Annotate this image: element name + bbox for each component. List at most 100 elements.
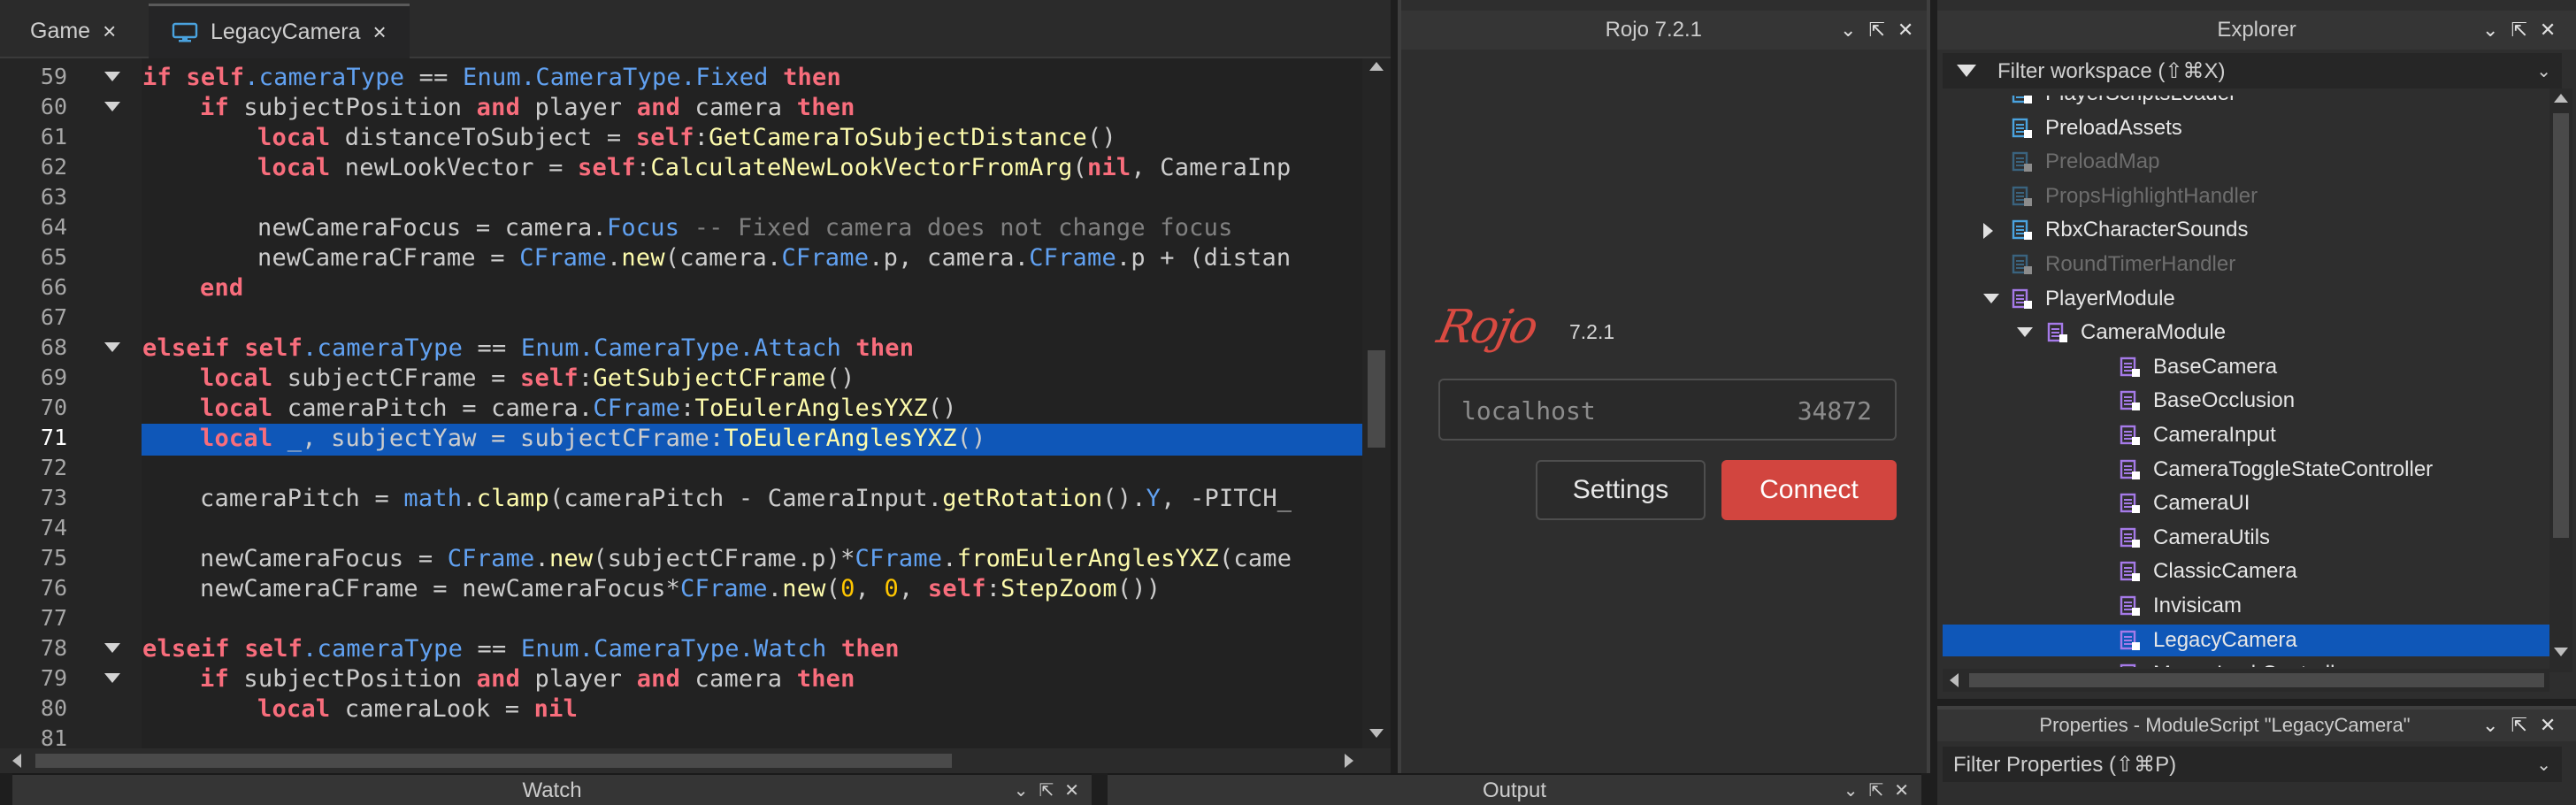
- scroll-up-arrow-icon[interactable]: [1369, 62, 1384, 71]
- chevron-down-icon[interactable]: ⌄: [1844, 775, 1859, 805]
- settings-button[interactable]: Settings: [1536, 460, 1706, 520]
- chevron-down-icon[interactable]: ⌄: [2536, 60, 2551, 82]
- tree-item[interactable]: LegacyCamera: [1943, 624, 2553, 656]
- tree-item[interactable]: BaseCamera: [1943, 351, 2553, 383]
- chevron-right-icon[interactable]: [1983, 223, 1993, 240]
- close-icon[interactable]: ✕: [1064, 775, 1079, 805]
- scroll-down-arrow-icon[interactable]: [1369, 729, 1384, 738]
- code-line[interactable]: local _, subjectYaw = subjectCFrame:ToEu…: [200, 425, 986, 452]
- code-line[interactable]: local cameraPitch = camera.CFrame:ToEule…: [200, 395, 957, 422]
- tree-item[interactable]: PreloadAssets: [1943, 112, 2553, 144]
- code-token: GetCameraToSubjectDistance: [709, 124, 1087, 151]
- code-line[interactable]: local cameraLook = nil: [257, 695, 578, 723]
- tree-item[interactable]: RbxCharacterSounds: [1943, 214, 2553, 246]
- close-icon[interactable]: ✕: [2540, 714, 2556, 737]
- tree-item[interactable]: CameraToggleStateController: [1943, 454, 2553, 486]
- close-icon[interactable]: ✕: [2540, 19, 2556, 42]
- scroll-left-arrow-icon[interactable]: [12, 754, 21, 768]
- properties-filter-input[interactable]: Filter Properties (⇧⌘P) ⌄: [1943, 747, 2562, 782]
- scrollbar-thumb[interactable]: [1969, 673, 2544, 687]
- scroll-right-arrow-icon[interactable]: [1345, 754, 1353, 768]
- undock-icon[interactable]: ⇱: [2511, 714, 2526, 737]
- tree-item[interactable]: RoundTimerHandler: [1943, 249, 2553, 280]
- explorer-horizontal-scrollbar[interactable]: [1943, 669, 2549, 692]
- output-panel-header[interactable]: Output ⌄ ⇱ ✕: [1108, 773, 1921, 805]
- tree-item[interactable]: CameraModule: [1943, 317, 2553, 349]
- code-line[interactable]: if subjectPosition and player and camera…: [200, 94, 855, 121]
- tab-legacycamera[interactable]: LegacyCamera ×: [149, 4, 410, 58]
- editor-vertical-scrollbar[interactable]: [1362, 58, 1391, 748]
- close-icon[interactable]: ✕: [1898, 19, 1913, 42]
- explorer-filter-input[interactable]: Filter workspace (⇧⌘X) ⌄: [1943, 53, 2562, 88]
- code-area[interactable]: if self.cameraType == Enum.CameraType.Fi…: [142, 58, 1362, 748]
- chevron-down-icon[interactable]: ⌄: [2536, 754, 2551, 776]
- code-line[interactable]: end: [200, 274, 243, 302]
- properties-header[interactable]: Properties - ModuleScript "LegacyCamera"…: [1937, 709, 2576, 741]
- chevron-down-icon[interactable]: [1983, 293, 1999, 303]
- scrollbar-thumb[interactable]: [35, 754, 952, 768]
- tree-item[interactable]: MouseLockController: [1943, 658, 2553, 667]
- scroll-up-arrow-icon[interactable]: [2554, 94, 2568, 103]
- tree-item[interactable]: CameraUI: [1943, 487, 2553, 519]
- code-line[interactable]: local distanceToSubject = self:GetCamera…: [257, 124, 1116, 151]
- code-line[interactable]: local subjectCFrame = self:GetSubjectCFr…: [200, 364, 855, 392]
- explorer-vertical-scrollbar[interactable]: [2549, 88, 2572, 672]
- code-line[interactable]: local newLookVector = self:CalculateNewL…: [257, 154, 1291, 181]
- undock-icon[interactable]: ⇱: [1868, 19, 1884, 42]
- editor-horizontal-scrollbar[interactable]: [0, 748, 1362, 773]
- scroll-down-arrow-icon[interactable]: [2554, 648, 2568, 656]
- chevron-down-icon[interactable]: ⌄: [2482, 714, 2498, 737]
- undock-icon[interactable]: ⇱: [1039, 775, 1054, 805]
- line-number: 61: [40, 124, 67, 150]
- host-input[interactable]: localhost: [1461, 396, 1596, 426]
- close-icon[interactable]: ✕: [1894, 775, 1909, 805]
- tab-game[interactable]: Game ×: [30, 4, 116, 58]
- scroll-left-arrow-icon[interactable]: [1950, 673, 1959, 687]
- tree-item[interactable]: PlayerScriptsLoader: [1943, 96, 2553, 110]
- code-token: StepZoom: [1000, 575, 1117, 602]
- connect-button[interactable]: Connect: [1721, 460, 1897, 520]
- fold-arrow-icon[interactable]: [104, 102, 120, 111]
- explorer-header[interactable]: Explorer ⌄ ⇱ ✕: [1937, 11, 2576, 50]
- tree-item[interactable]: PreloadMap: [1943, 146, 2553, 178]
- scrollbar-thumb[interactable]: [1368, 350, 1385, 448]
- code-line[interactable]: elseif self.cameraType == Enum.CameraTyp…: [142, 334, 914, 362]
- tree-item[interactable]: PlayerModule: [1943, 283, 2553, 315]
- code-line[interactable]: if self.cameraType == Enum.CameraType.Fi…: [142, 64, 841, 91]
- tree-item[interactable]: CameraUtils: [1943, 522, 2553, 554]
- close-icon[interactable]: ×: [373, 19, 387, 46]
- rojo-address-field[interactable]: localhost 34872: [1438, 379, 1897, 441]
- chevron-down-icon[interactable]: ⌄: [1840, 19, 1856, 42]
- tree-item[interactable]: ClassicCamera: [1943, 556, 2553, 587]
- tree-item[interactable]: Invisicam: [1943, 590, 2553, 622]
- watch-panel-header[interactable]: Watch ⌄ ⇱ ✕: [12, 773, 1092, 805]
- fold-arrow-icon[interactable]: [104, 342, 120, 352]
- chevron-down-icon[interactable]: ⌄: [1014, 775, 1029, 805]
- watch-panel-title: Watch: [522, 778, 582, 802]
- fold-arrow-icon[interactable]: [104, 643, 120, 653]
- tree-item[interactable]: PropsHighlightHandler: [1943, 180, 2553, 212]
- code-line[interactable]: elseif self.cameraType == Enum.CameraTyp…: [142, 635, 900, 663]
- fold-arrow-icon[interactable]: [104, 673, 120, 683]
- code-line[interactable]: newCameraFocus = CFrame.new(subjectCFram…: [200, 545, 1292, 572]
- tree-item[interactable]: CameraInput: [1943, 419, 2553, 451]
- close-icon[interactable]: ×: [103, 18, 116, 45]
- rojo-panel-header[interactable]: Rojo 7.2.1 ⌄ ⇱ ✕: [1401, 11, 1927, 50]
- code-token: :: [680, 395, 695, 422]
- undock-icon[interactable]: ⇱: [1868, 775, 1883, 805]
- line-number: 78: [40, 635, 67, 661]
- code-token: elseif: [142, 635, 245, 663]
- scrollbar-thumb[interactable]: [2553, 113, 2569, 538]
- code-line[interactable]: newCameraFocus = camera.Focus -- Fixed c…: [257, 214, 1233, 242]
- chevron-down-icon[interactable]: ⌄: [2482, 19, 2498, 42]
- code-line[interactable]: newCameraCFrame = CFrame.new(camera.CFra…: [257, 244, 1291, 272]
- localscript-icon: [2012, 151, 2032, 172]
- undock-icon[interactable]: ⇱: [2511, 19, 2526, 42]
- code-line[interactable]: cameraPitch = math.clamp(cameraPitch - C…: [200, 485, 1292, 512]
- tree-item[interactable]: BaseOcclusion: [1943, 385, 2553, 417]
- code-line[interactable]: if subjectPosition and player and camera…: [200, 665, 855, 693]
- fold-arrow-icon[interactable]: [104, 72, 120, 81]
- code-line[interactable]: newCameraCFrame = newCameraFocus*CFrame.…: [200, 575, 1161, 602]
- chevron-down-icon[interactable]: [2017, 327, 2033, 338]
- port-input[interactable]: 34872: [1798, 396, 1872, 426]
